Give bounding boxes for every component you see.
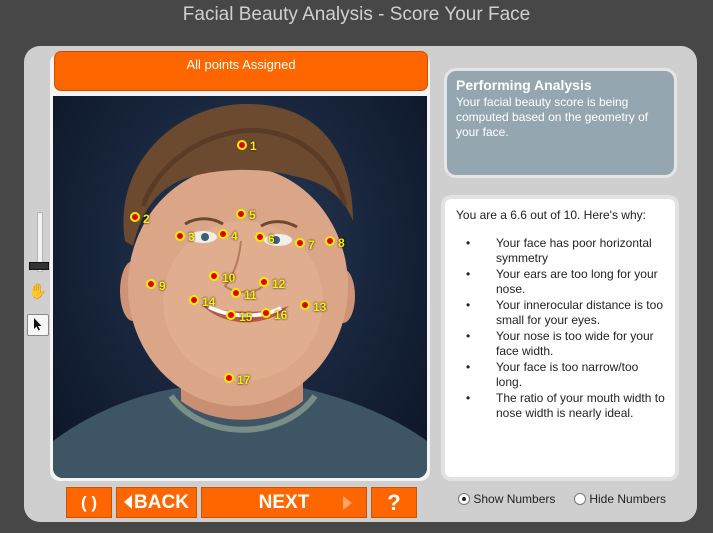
landmark-label: 16: [274, 308, 288, 322]
list-item: • Your nose is too wide for your face wid…: [466, 329, 667, 359]
hand-icon[interactable]: ✋: [28, 282, 48, 302]
show-numbers-radio[interactable]: [458, 493, 470, 505]
reason-text: Your innerocular distance is too small f…: [496, 298, 663, 327]
landmark-label: 14: [202, 295, 216, 309]
landmark-dot[interactable]: [259, 277, 269, 287]
landmark-dot[interactable]: [189, 295, 199, 305]
landmark-dot[interactable]: [218, 229, 228, 239]
landmark-label: 3: [188, 230, 195, 244]
landmark-dot[interactable]: [237, 140, 247, 150]
arrow-right-icon: [343, 496, 352, 510]
score-summary: You are a 6.6 out of 10. Here's why:: [456, 208, 646, 222]
help-label: ?: [387, 490, 401, 515]
status-body: Your facial beauty score is being comput…: [456, 95, 649, 139]
zoom-slider-thumb[interactable]: [29, 262, 49, 270]
landmark-dot[interactable]: [231, 288, 241, 298]
landmark-label: 10: [222, 271, 236, 285]
show-numbers-option[interactable]: Show Numbers: [458, 492, 555, 506]
landmark-dot[interactable]: [226, 310, 236, 320]
list-item: • Your innerocular distance is too small …: [466, 298, 667, 328]
hide-numbers-radio[interactable]: [574, 493, 586, 505]
landmark-dot[interactable]: [146, 279, 156, 289]
landmark-dot[interactable]: [261, 308, 271, 318]
pointer-icon[interactable]: [27, 314, 49, 336]
landmark-label: 9: [159, 279, 166, 293]
bullet: •: [466, 298, 471, 312]
bullet: •: [466, 267, 471, 281]
hide-numbers-option[interactable]: Hide Numbers: [574, 492, 666, 506]
landmark-dot[interactable]: [325, 236, 335, 246]
results-panel: You are a 6.6 out of 10. Here's why: • Yo…: [441, 195, 679, 481]
landmark-dot[interactable]: [236, 209, 246, 219]
help-button[interactable]: ?: [371, 487, 417, 518]
face-illustration: [53, 103, 427, 478]
back-label: BACK: [134, 492, 189, 513]
landmark-dot[interactable]: [130, 212, 140, 222]
landmark-dot[interactable]: [224, 373, 234, 383]
next-button[interactable]: NEXT: [201, 487, 367, 518]
next-label: NEXT: [258, 492, 310, 513]
landmark-dot[interactable]: [209, 271, 219, 281]
refresh-button[interactable]: ( ): [66, 487, 112, 518]
landmark-label: 1: [250, 139, 257, 153]
status-title: Performing Analysis: [456, 77, 592, 93]
landmark-label: 5: [249, 208, 256, 222]
list-item: • Your face is too narrow/too long.: [466, 360, 667, 390]
landmark-label: 15: [239, 310, 253, 324]
refresh-icon: ( ): [80, 493, 98, 512]
bullet: •: [466, 360, 471, 374]
landmark-label: 12: [272, 277, 286, 291]
reason-text: Your ears are too long for your nose.: [496, 267, 658, 296]
list-item: • Your ears are too long for your nose.: [466, 267, 667, 297]
landmark-label: 11: [244, 288, 257, 302]
hide-numbers-label: Hide Numbers: [589, 492, 667, 506]
landmark-label: 8: [338, 236, 345, 250]
landmark-label: 2: [143, 212, 150, 226]
back-button[interactable]: BACK: [116, 487, 197, 518]
landmark-label: 13: [313, 300, 327, 314]
reason-text: Your nose is too wide for your face widt…: [496, 329, 654, 358]
status-panel: Performing Analysis Your facial beauty s…: [444, 68, 677, 178]
landmark-dot[interactable]: [255, 232, 265, 242]
landmark-label: 6: [268, 232, 275, 246]
reason-text: Your face is too narrow/too long.: [496, 360, 639, 389]
page-title: Facial Beauty Analysis - Score Your Face: [182, 4, 531, 25]
landmark-dot[interactable]: [295, 238, 305, 248]
landmark-label: 17: [237, 373, 251, 387]
landmark-label: 4: [231, 229, 238, 243]
arrow-left-icon: [124, 495, 133, 509]
landmark-dot[interactable]: [175, 231, 185, 241]
reason-text: Your face has poor horizontal symmetry: [496, 236, 652, 265]
list-item: • Your face has poor horizontal symmetry: [466, 236, 667, 266]
landmark-dot[interactable]: [300, 300, 310, 310]
reasons-list: • Your face has poor horizontal symmetry …: [453, 236, 667, 421]
reason-text: The ratio of your mouth width to nose wi…: [496, 391, 665, 420]
face-photo[interactable]: 1 2 3 4 5 6 7 8 9 10 11 12 13 14 15 16 1…: [53, 96, 427, 478]
show-numbers-label: Show Numbers: [473, 492, 556, 506]
bullet: •: [466, 391, 471, 405]
bullet: •: [466, 236, 471, 250]
list-item: • The ratio of your mouth width to nose w…: [466, 391, 667, 421]
bullet: •: [466, 329, 471, 343]
points-status-header: All points Assigned: [54, 51, 428, 91]
landmark-label: 7: [308, 238, 315, 252]
